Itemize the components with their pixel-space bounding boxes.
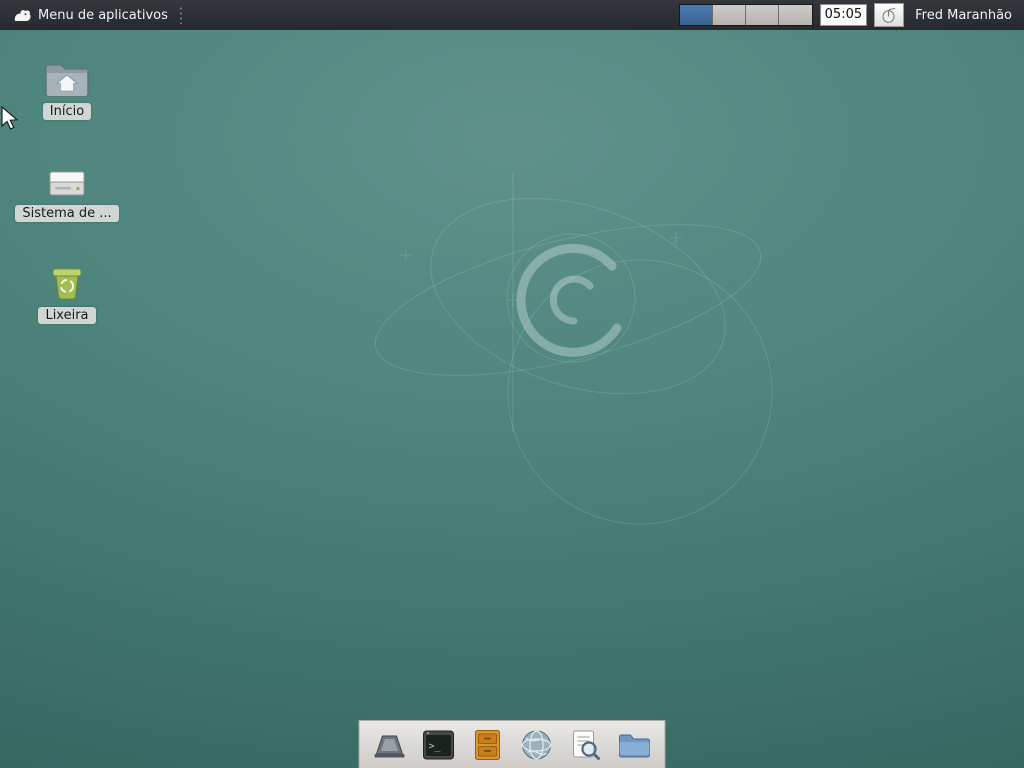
- dock-item-web-browser[interactable]: [516, 724, 558, 766]
- clock[interactable]: 05:05: [820, 4, 867, 26]
- desktop-icon-filesystem[interactable]: Sistema de ...: [19, 160, 115, 222]
- desktop-icon-trash[interactable]: Lixeira: [19, 262, 115, 324]
- home-folder-icon: [45, 58, 89, 98]
- terminal-icon: >_: [423, 730, 455, 760]
- file-cabinet-icon: [474, 729, 502, 761]
- filesystem-drive-icon: [46, 160, 88, 200]
- workspace-switcher: [679, 4, 813, 26]
- top-panel: Menu de aplicativos 05:05 Fred Maranhão: [0, 0, 1024, 30]
- mouse-tray-button[interactable]: [874, 3, 904, 27]
- mouse-cursor: [0, 106, 20, 132]
- workspace-2[interactable]: [713, 5, 746, 25]
- panel-separator-grip: [178, 6, 184, 24]
- svg-text:>_: >_: [429, 741, 442, 752]
- dock-item-terminal[interactable]: >_: [418, 724, 460, 766]
- search-icon: [571, 729, 601, 761]
- applications-menu-button[interactable]: Menu de aplicativos: [8, 0, 174, 30]
- panel-right-area: 05:05 Fred Maranhão: [679, 3, 1016, 27]
- workspace-3[interactable]: [746, 5, 779, 25]
- web-browser-globe-icon: [521, 729, 553, 761]
- workspace-4[interactable]: [779, 5, 812, 25]
- bottom-dock-panel: >_: [359, 720, 666, 768]
- desktop-icon-label: Início: [43, 103, 91, 120]
- username-label[interactable]: Fred Maranhão: [911, 8, 1016, 23]
- show-desktop-icon: [372, 730, 408, 760]
- desktop: Menu de aplicativos 05:05 Fred Maranhão: [0, 0, 1024, 768]
- dock-item-file-manager[interactable]: [614, 724, 656, 766]
- desktop-icon-label: Lixeira: [38, 307, 95, 324]
- desktop-icon-label: Sistema de ...: [15, 205, 118, 222]
- applications-menu-label: Menu de aplicativos: [38, 8, 168, 23]
- debian-swirl-watermark: [340, 150, 840, 550]
- xfce-mouse-logo-icon: [14, 8, 32, 23]
- mouse-icon: [880, 7, 898, 23]
- trash-icon: [47, 262, 87, 302]
- dock-item-search[interactable]: [565, 724, 607, 766]
- file-manager-folder-icon: [618, 731, 652, 759]
- dock-item-file-cabinet[interactable]: [467, 724, 509, 766]
- workspace-1[interactable]: [680, 5, 713, 25]
- desktop-icon-home[interactable]: Início: [19, 58, 115, 120]
- dock-item-show-desktop[interactable]: [369, 724, 411, 766]
